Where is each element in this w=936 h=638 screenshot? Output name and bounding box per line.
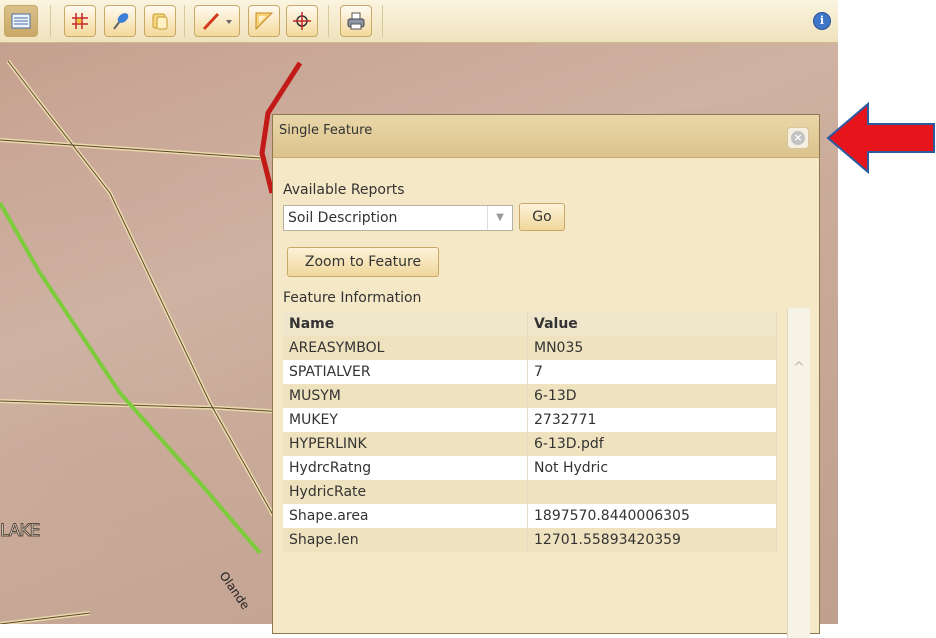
table-row: Shape.len 12701.55893420359 (283, 528, 777, 552)
available-reports-label: Available Reports (283, 182, 405, 198)
row-value: 7 (527, 360, 777, 384)
single-feature-popup: Single Feature × Available Reports Soil … (272, 114, 820, 638)
column-header-value: Value (527, 312, 777, 336)
column-header-name: Name (283, 312, 528, 336)
row-name: AREASYMBOL (283, 336, 528, 360)
close-icon: × (791, 131, 805, 145)
row-value: 12701.55893420359 (527, 528, 777, 552)
target-button[interactable] (286, 5, 318, 37)
row-name: MUSYM (283, 384, 528, 408)
popup-title: Single Feature (279, 123, 373, 138)
lake-label: LAKE (0, 521, 41, 542)
row-value: MN035 (527, 336, 777, 360)
pin-button[interactable] (104, 5, 136, 37)
feature-table: Name Value AREASYMBOL MN035 SPATIALVER 7 M… (283, 312, 777, 552)
report-select[interactable]: Soil Description ▼ (283, 205, 513, 231)
target-icon (293, 12, 311, 30)
chevron-up-icon[interactable]: ^ (793, 360, 805, 376)
table-row: Shape.area 1897570.8440006305 (283, 504, 777, 528)
measure-icon (255, 12, 274, 31)
table-row: AREASYMBOL MN035 (283, 336, 777, 360)
table-row: HydricRate (283, 480, 777, 504)
row-name: SPATIALVER (283, 360, 528, 384)
grid-button[interactable] (64, 5, 96, 37)
report-select-value: Soil Description (288, 210, 398, 226)
feature-info-label: Feature Information (283, 290, 422, 306)
table-row: HydrcRatng Not Hydric (283, 456, 777, 480)
row-value[interactable]: 6-13D.pdf (527, 432, 777, 456)
annotation-arrow (826, 102, 935, 174)
table-row: HYPERLINK 6-13D.pdf (283, 432, 777, 456)
zoom-to-feature-button[interactable]: Zoom to Feature (287, 247, 439, 277)
layers-button[interactable] (4, 5, 38, 37)
measure-button[interactable] (248, 5, 280, 37)
draw-button[interactable] (194, 5, 240, 37)
info-icon: i (819, 14, 825, 27)
identify-button[interactable] (144, 5, 176, 37)
row-value: 1897570.8440006305 (527, 504, 777, 528)
print-icon (347, 12, 365, 30)
close-button[interactable]: × (787, 127, 809, 149)
road-line (0, 202, 262, 555)
table-scrollbar[interactable]: ^ (787, 308, 810, 638)
identify-icon (152, 13, 168, 30)
row-name: Shape.len (283, 528, 528, 552)
layers-icon (11, 13, 31, 29)
popup-header: Single Feature × (273, 115, 819, 158)
print-button[interactable] (340, 5, 372, 37)
info-button[interactable]: i (813, 12, 831, 30)
table-row: MUSYM 6-13D (283, 384, 777, 408)
chevron-down-icon[interactable]: ▼ (487, 206, 512, 230)
row-name: MUKEY (283, 408, 528, 432)
pin-icon (113, 13, 129, 30)
table-row: SPATIALVER 7 (283, 360, 777, 384)
draw-icon (202, 12, 232, 31)
table-row: MUKEY 2732771 (283, 408, 777, 432)
row-name: HYPERLINK (283, 432, 528, 456)
row-value: Not Hydric (527, 456, 777, 480)
row-value: 2732771 (527, 408, 777, 432)
row-name: HydrcRatng (283, 456, 528, 480)
row-name: HydricRate (283, 480, 528, 504)
grid-icon (72, 13, 88, 29)
row-name: Shape.area (283, 504, 528, 528)
go-button[interactable]: Go (519, 203, 565, 231)
toolbar: i (0, 0, 838, 43)
row-value: 6-13D (527, 384, 777, 408)
row-value (527, 480, 777, 504)
